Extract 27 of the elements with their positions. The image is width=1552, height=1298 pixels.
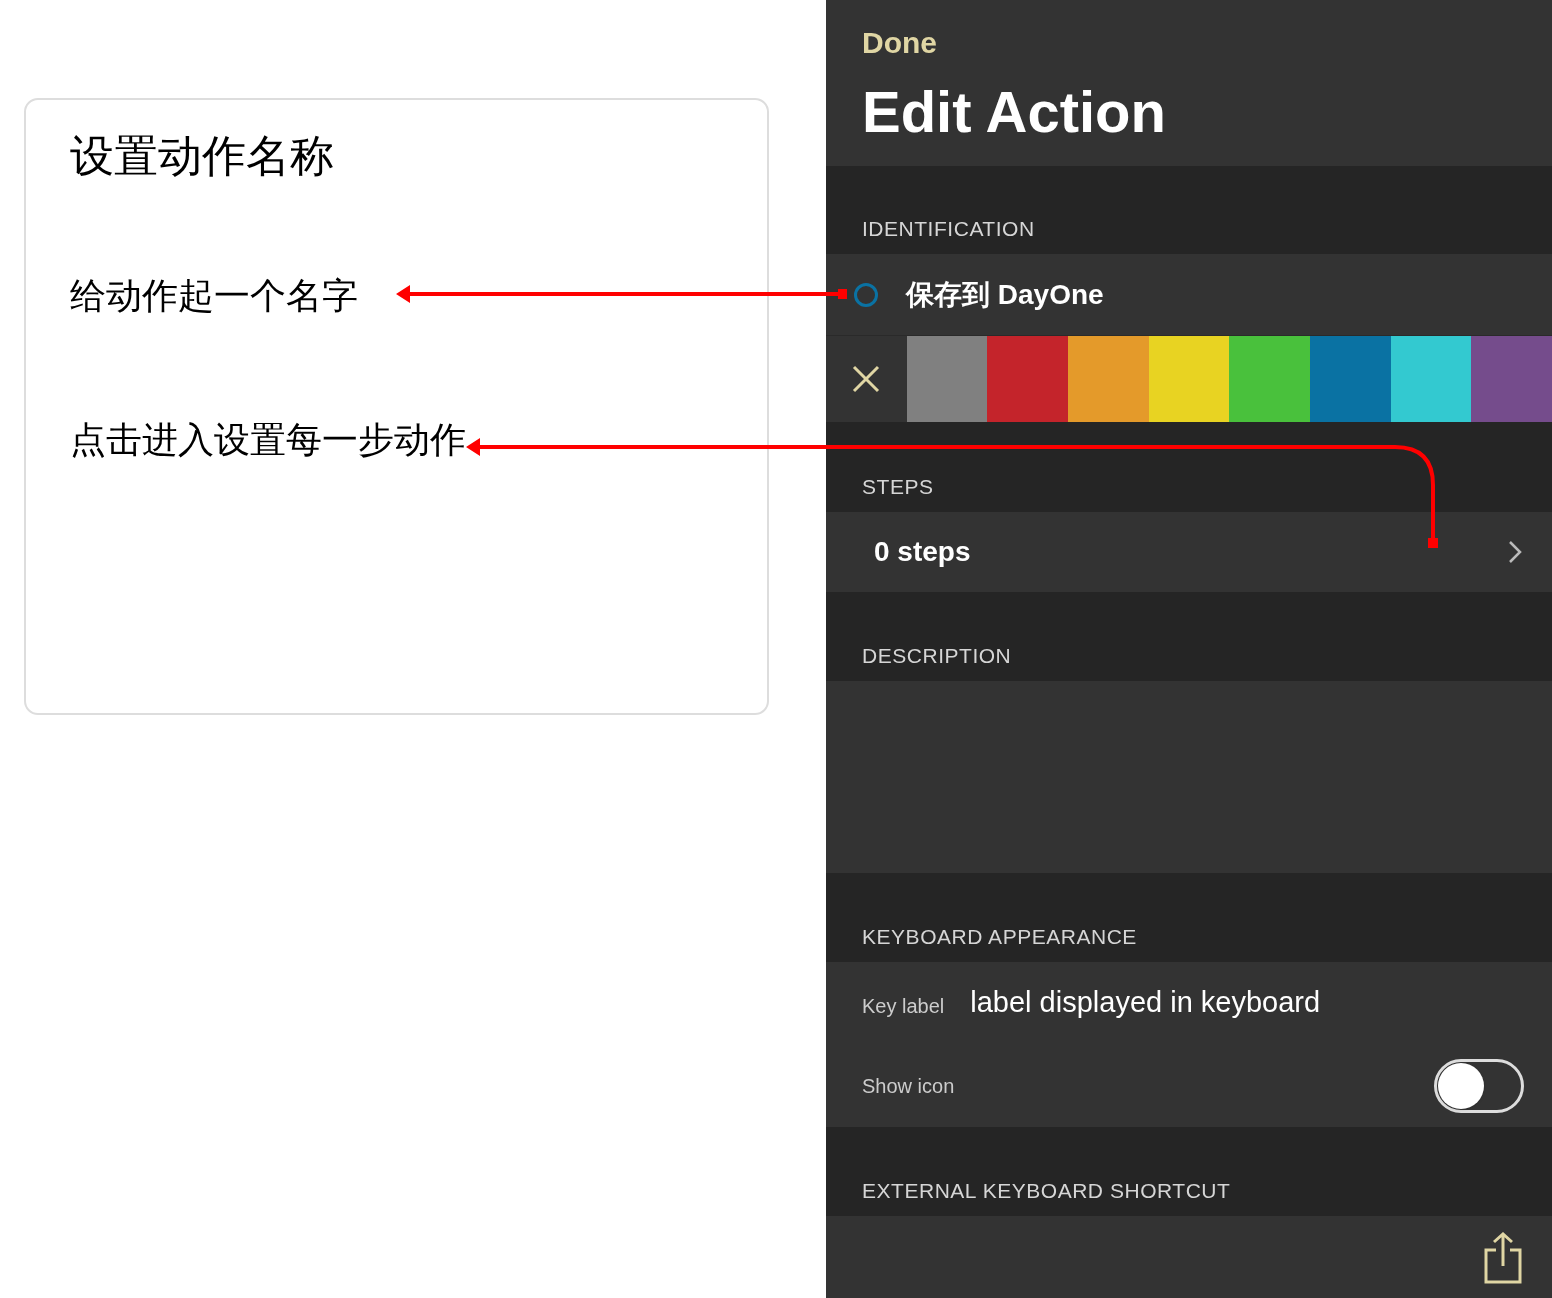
share-icon[interactable] bbox=[1484, 1232, 1522, 1284]
close-icon bbox=[852, 365, 881, 393]
color-swatch[interactable] bbox=[1148, 336, 1230, 422]
color-swatch[interactable] bbox=[987, 336, 1068, 422]
chevron-right-icon bbox=[1508, 540, 1522, 564]
annotation-note: 点击进入设置每一步动作 bbox=[70, 418, 466, 462]
color-swatch[interactable] bbox=[1310, 336, 1391, 422]
steps-row[interactable]: 0 steps bbox=[826, 512, 1552, 592]
section-header: KEYBOARD APPEARANCE bbox=[862, 923, 1137, 950]
section-header: EXTERNAL KEYBOARD SHORTCUT bbox=[862, 1177, 1231, 1204]
section-header: STEPS bbox=[862, 473, 934, 500]
field-label: Key label bbox=[862, 994, 945, 1019]
section-header: DESCRIPTION bbox=[862, 642, 1012, 669]
section-header: IDENTIFICATION bbox=[862, 215, 1035, 242]
color-swatch[interactable] bbox=[906, 336, 988, 422]
color-swatch[interactable] bbox=[1471, 336, 1552, 422]
annotation-note: 给动作起一个名字 bbox=[70, 274, 358, 318]
card-title: 设置动作名称 bbox=[70, 130, 335, 182]
field-label: Show icon bbox=[862, 1073, 955, 1099]
show-icon-toggle[interactable] bbox=[1434, 1058, 1524, 1113]
color-swatch[interactable] bbox=[1229, 336, 1311, 422]
action-name: 保存到 DayOne bbox=[906, 277, 1104, 312]
done-button[interactable]: Done bbox=[862, 20, 937, 65]
description-field[interactable] bbox=[826, 681, 1552, 873]
color-swatch[interactable] bbox=[1068, 336, 1149, 422]
screen-title: Edit Action bbox=[862, 79, 1166, 145]
color-swatch[interactable] bbox=[1390, 336, 1472, 422]
